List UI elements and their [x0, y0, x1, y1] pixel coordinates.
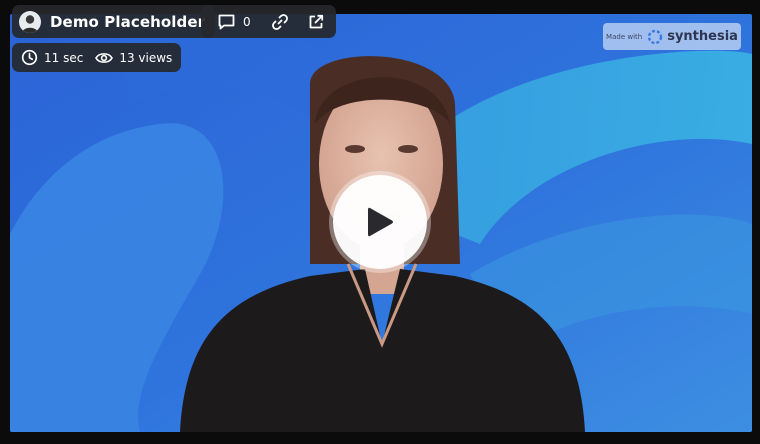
open-external-button[interactable] [307, 13, 325, 31]
view-count: 13 views [119, 50, 173, 65]
video-title[interactable]: Demo Placeholder [50, 13, 205, 31]
watermark-prefix: Made with [606, 32, 643, 41]
comment-icon [218, 14, 235, 29]
video-meta-bar: 11 sec 13 views [12, 43, 182, 72]
comments-button[interactable]: 0 [217, 13, 271, 31]
play-icon [368, 207, 393, 237]
link-icon [271, 13, 288, 30]
synthesia-logo-icon [648, 29, 663, 44]
video-title-bar: Demo Placeholder [12, 5, 216, 38]
external-link-icon [309, 14, 323, 28]
avatar-icon[interactable] [19, 10, 41, 33]
made-with-synthesia-badge[interactable]: Made with synthesia [603, 23, 741, 50]
video-actions-bar: 0 [201, 5, 336, 38]
watermark-brand: synthesia [667, 29, 738, 44]
video-player: Made with synthesia Demo Placeholder 0 1… [0, 0, 760, 444]
copy-link-button[interactable] [271, 13, 289, 31]
comment-count: 0 [243, 14, 251, 29]
video-duration: 11 sec [44, 50, 84, 65]
clock-icon [21, 49, 38, 66]
eye-icon [95, 52, 114, 63]
play-button[interactable] [333, 175, 427, 269]
